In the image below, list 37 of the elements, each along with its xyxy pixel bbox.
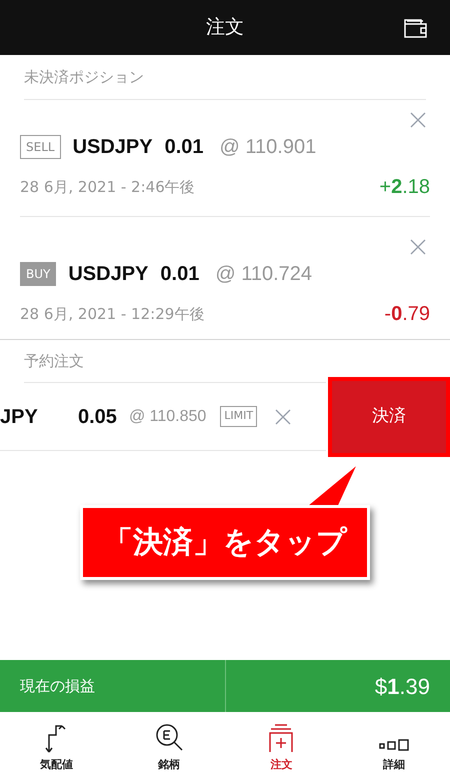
symbol: USDJPY bbox=[72, 135, 153, 160]
side-tag: SELL bbox=[20, 135, 61, 159]
nav-tab[interactable]: 気配値 bbox=[0, 712, 112, 779]
tray-plus-icon bbox=[268, 722, 294, 752]
price: @ 110.724 bbox=[215, 262, 312, 287]
arrows-icon bbox=[44, 722, 68, 752]
callout-text: 「決済」をタップ bbox=[103, 524, 347, 562]
profit-loss: +2.18 bbox=[379, 175, 430, 200]
section-label: 予約注文 bbox=[24, 350, 84, 372]
summary-value: $1.39 bbox=[374, 672, 430, 700]
search-icon bbox=[154, 722, 184, 752]
timestamp: 28 6月, 2021 - 2:46午後 bbox=[20, 176, 195, 198]
nav-tab[interactable]: 詳細 bbox=[338, 712, 450, 779]
screen-title: 注文 bbox=[206, 15, 244, 40]
nav-tab[interactable]: 銘柄 bbox=[112, 712, 225, 779]
nav-tab[interactable]: 注文 bbox=[225, 712, 338, 779]
amount: 0.05 bbox=[78, 404, 117, 430]
wallet-icon[interactable] bbox=[404, 17, 428, 39]
position-row[interactable]: SELL USDJPY 0.01 @ 110.901 28 6月, 2021 - 2:46午後 +2.18 bbox=[0, 100, 450, 227]
price: @ 110.901 bbox=[220, 135, 316, 160]
amount: 0.01 bbox=[164, 135, 204, 160]
side-tag: BUY bbox=[20, 262, 56, 286]
profit-loss: -0.79 bbox=[384, 302, 430, 327]
symbol: JPY bbox=[0, 404, 39, 430]
close-icon[interactable] bbox=[410, 239, 426, 255]
settle-button[interactable]: 決済 bbox=[328, 377, 450, 457]
position-row[interactable]: BUY USDJPY 0.01 @ 110.724 28 6月, 2021 - 12:29午後 -0.79 bbox=[0, 227, 450, 340]
close-icon[interactable] bbox=[410, 112, 426, 128]
price: @ 110.850 bbox=[128, 406, 206, 426]
symbol: USDJPY bbox=[68, 262, 148, 287]
order-type-tag: LIMIT bbox=[220, 406, 258, 427]
amount: 0.01 bbox=[160, 262, 200, 287]
squares-icon bbox=[378, 738, 409, 752]
summary-label: 現在の損益 bbox=[20, 676, 95, 697]
timestamp: 28 6月, 2021 - 12:29午後 bbox=[20, 304, 204, 325]
section-label: 未決済ポジション bbox=[24, 66, 144, 88]
close-icon[interactable] bbox=[275, 408, 292, 424]
